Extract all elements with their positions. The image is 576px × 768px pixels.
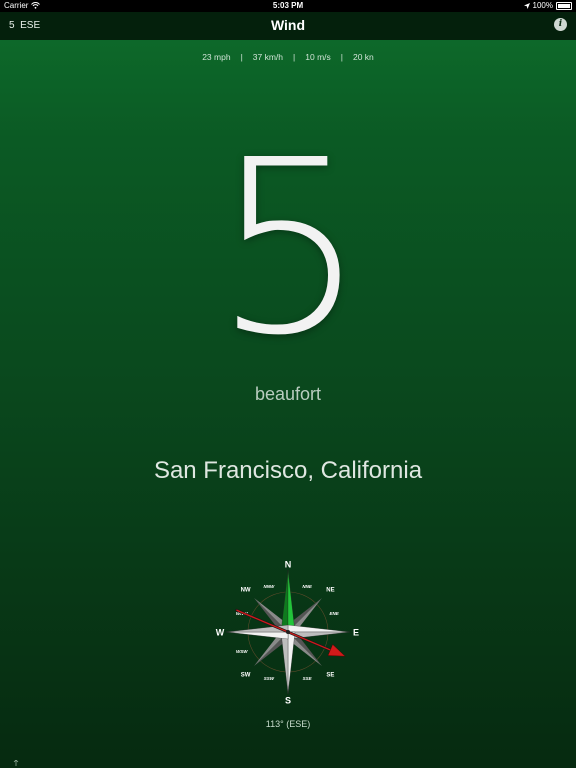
rose-point-cardinal xyxy=(287,569,296,633)
speed-knots: 20 kn xyxy=(352,52,374,62)
speed-ms: 10 m/s xyxy=(305,52,331,62)
clock: 5:03 PM xyxy=(272,1,304,10)
compass-rose: NNNENEENEEESESESSESSSWSWWSWWWNWNWNNW xyxy=(216,560,359,706)
beaufort-value: 5 xyxy=(213,108,367,388)
status-right: 100% xyxy=(523,1,572,10)
unit-separator: | xyxy=(340,52,343,62)
arrow-head xyxy=(327,644,346,657)
compass-label-e: E xyxy=(353,628,359,638)
rose-point-cardinal xyxy=(280,569,289,633)
compass-label-w: W xyxy=(216,628,225,638)
rose-point-cardinal xyxy=(280,631,289,695)
location-name: San Francisco, California xyxy=(153,457,423,484)
unit-separator: | xyxy=(293,52,296,62)
battery-icon xyxy=(556,1,572,10)
compass-label-nne: NNE xyxy=(302,584,312,589)
speed-units-row: 23 mph | 37 km/h | 10 m/s | 20 kn xyxy=(0,52,576,62)
rose-point-cardinal xyxy=(225,631,289,640)
share-icon[interactable] xyxy=(12,760,20,768)
compass-label-s: S xyxy=(285,696,291,706)
compass-label-sse: SSE xyxy=(303,676,313,681)
compass-label-nnw: NNW xyxy=(263,584,274,589)
rose-point-cardinal xyxy=(287,624,351,633)
rose-point-cardinal xyxy=(287,631,296,695)
location-arrow-icon xyxy=(523,2,530,9)
speed-mph: 23 mph xyxy=(202,52,231,62)
compass-label-wsw: WSW xyxy=(236,649,248,654)
compass-label-ene: ENE xyxy=(330,611,340,616)
battery-percent: 100% xyxy=(532,1,553,10)
wind-bearing: 113° (ESE) xyxy=(265,719,311,729)
status-bar: Carrier 5:03 PM 100% xyxy=(0,0,576,12)
compass-label-nw: NW xyxy=(241,588,251,594)
info-button[interactable]: i xyxy=(554,18,567,31)
compass-label-ne: NE xyxy=(326,588,334,594)
page-title: Wind xyxy=(270,17,306,33)
speed-kmh: 37 km/h xyxy=(252,52,284,62)
unit-separator: | xyxy=(240,52,243,62)
compass-label-n: N xyxy=(285,560,292,570)
navigation-bar: 5 ESE Wind i xyxy=(0,12,576,40)
compass-label-se: SE xyxy=(326,672,334,678)
compass-label-sw: SW xyxy=(241,672,251,678)
beaufort-label: beaufort xyxy=(254,384,322,404)
compass-center xyxy=(286,630,290,634)
compass-label-ssw: SSW xyxy=(264,676,275,681)
